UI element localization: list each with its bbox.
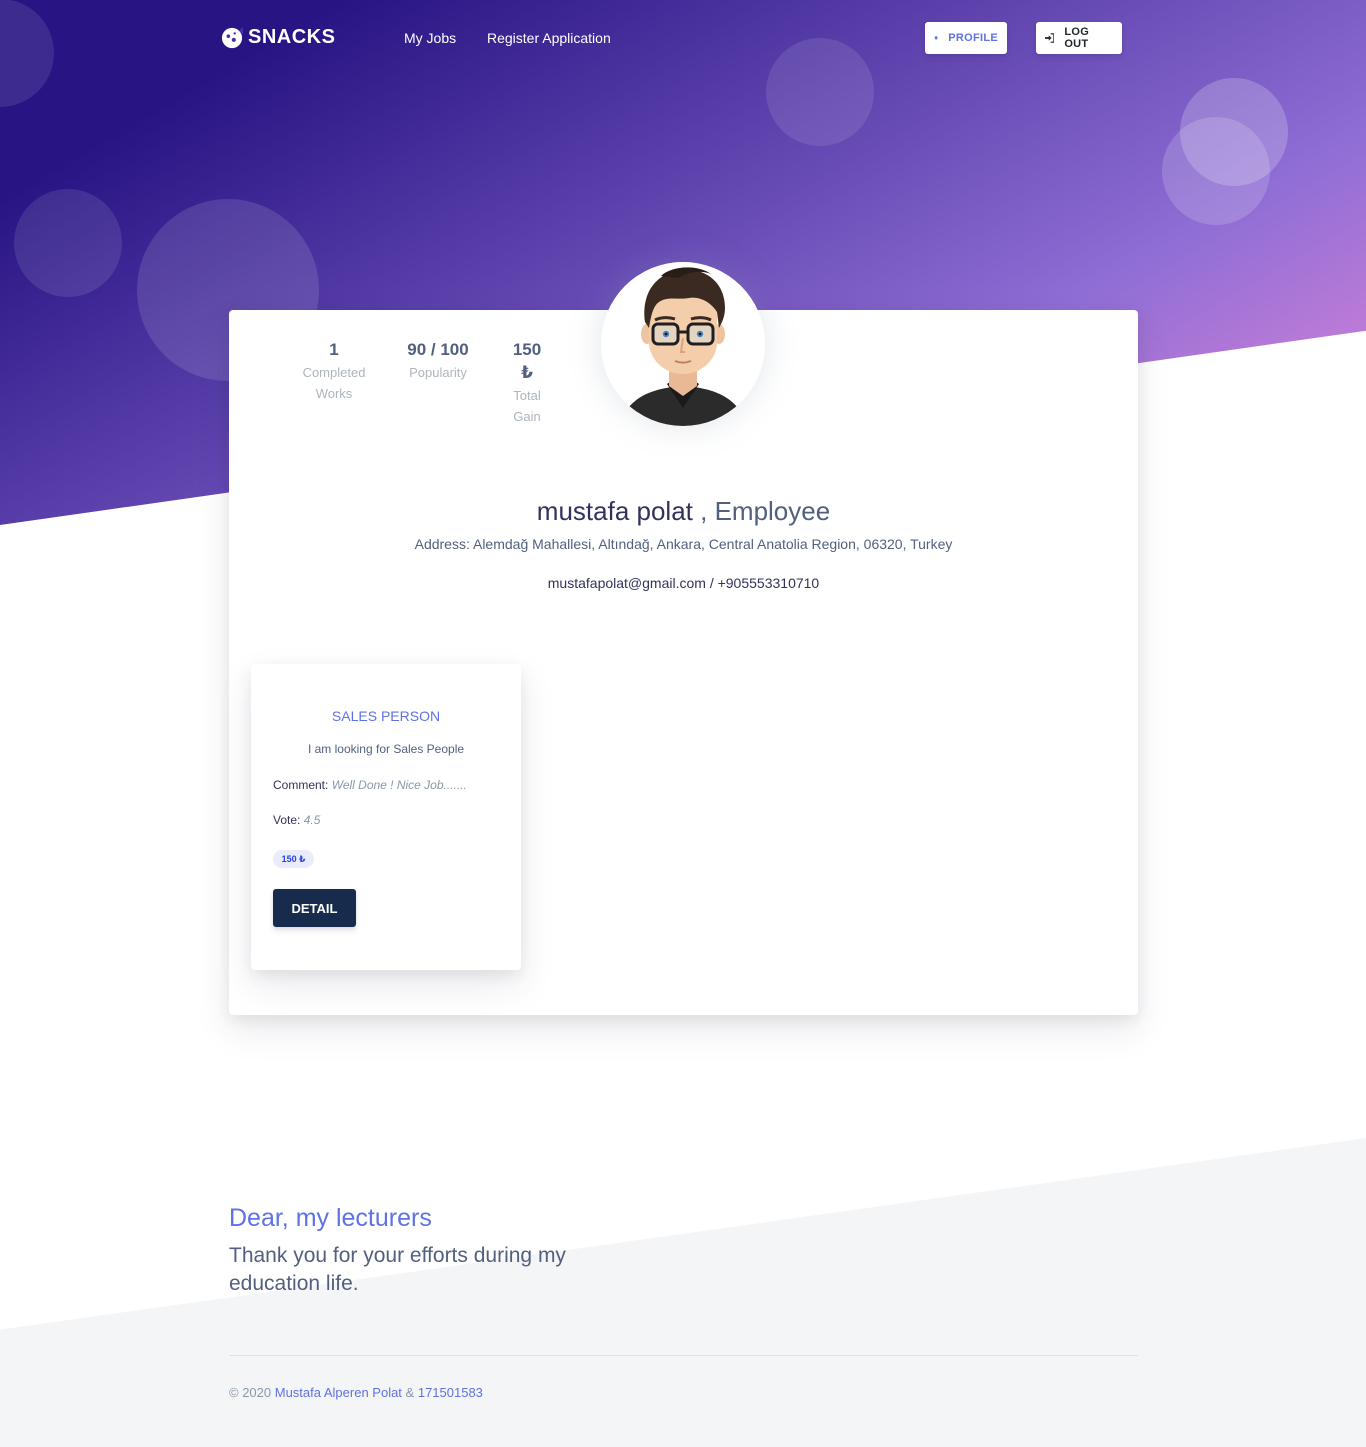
footer-divider bbox=[229, 1355, 1138, 1356]
profile-contact: mustafapolat@gmail.com / +905553310710 bbox=[547, 575, 820, 591]
copyright: © 2020 Mustafa Alperen Polat & 171501583 bbox=[229, 1385, 483, 1400]
decorative-circle bbox=[14, 189, 122, 297]
profile-role: Employee bbox=[714, 496, 831, 526]
profile-name: mustafa polat bbox=[536, 496, 693, 526]
profile-name-line: mustafa polat , Employee bbox=[229, 496, 1138, 527]
decorative-circle bbox=[1162, 117, 1270, 225]
stat-label: Popularity bbox=[409, 365, 467, 380]
job-card: SALES PERSON I am looking for Sales Peop… bbox=[251, 664, 521, 970]
stat-value: 1 bbox=[329, 340, 339, 359]
nav-my-jobs[interactable]: My Jobs bbox=[404, 30, 456, 46]
detail-button[interactable]: DETAIL bbox=[273, 889, 356, 927]
navbar: SNACKS My Jobs Register Application PROF… bbox=[0, 0, 1366, 76]
stat-label: Total Gain bbox=[513, 388, 541, 424]
footer-heading: Dear, my lecturers bbox=[229, 1204, 432, 1232]
brand-logo[interactable]: SNACKS bbox=[221, 26, 335, 49]
job-title: SALES PERSON bbox=[331, 708, 441, 724]
job-vote-label: Vote: bbox=[273, 813, 301, 827]
snack-logo-icon bbox=[221, 26, 243, 48]
profile-button-label: PROFILE bbox=[948, 32, 998, 44]
copyright-amp: & bbox=[401, 1385, 418, 1400]
profile-address: Address: Alemdağ Mahallesi, Altındağ, An… bbox=[414, 536, 953, 552]
profile-card: 1 Completed Works 90 / 100 Popularity 15… bbox=[229, 262, 1138, 1015]
avatar bbox=[601, 262, 765, 426]
job-price-badge: 150 ₺ bbox=[273, 850, 314, 868]
author-link[interactable]: Mustafa Alperen Polat bbox=[275, 1385, 402, 1400]
job-vote: Vote: 4.5 bbox=[273, 813, 320, 827]
profile-button[interactable]: PROFILE bbox=[925, 22, 1007, 54]
job-comment-label: Comment: bbox=[273, 778, 329, 792]
job-vote-value: 4.5 bbox=[303, 813, 321, 827]
stat-value: 150 ₺ bbox=[512, 340, 542, 382]
stat-completed-works: 1 Completed Works bbox=[299, 338, 369, 404]
job-comment-value: Well Done ! Nice Job....... bbox=[331, 778, 467, 792]
stat-popularity: 90 / 100 Popularity bbox=[404, 338, 472, 383]
bell-icon bbox=[934, 36, 938, 41]
job-comment: Comment: Well Done ! Nice Job....... bbox=[273, 778, 467, 792]
profile-separator: , bbox=[692, 496, 715, 526]
student-id-link[interactable]: 171501583 bbox=[418, 1385, 483, 1400]
job-description: I am looking for Sales People bbox=[307, 742, 465, 756]
stat-value: 90 / 100 bbox=[407, 340, 469, 359]
logout-button-label: LOG OUT bbox=[1064, 26, 1090, 50]
stat-label: Completed Works bbox=[302, 365, 366, 401]
logout-button[interactable]: LOG OUT bbox=[1036, 22, 1122, 54]
brand-name: SNACKS bbox=[248, 26, 336, 48]
footer-background bbox=[0, 1138, 1366, 1447]
stat-total-gain: 150 ₺ Total Gain bbox=[507, 338, 547, 427]
sign-in-icon bbox=[1045, 33, 1055, 43]
nav-register-application[interactable]: Register Application bbox=[487, 30, 611, 46]
copyright-prefix: © 2020 bbox=[229, 1385, 275, 1400]
avatar-illustration bbox=[601, 262, 765, 426]
footer-subheading: Thank you for your efforts during my edu… bbox=[229, 1244, 566, 1295]
